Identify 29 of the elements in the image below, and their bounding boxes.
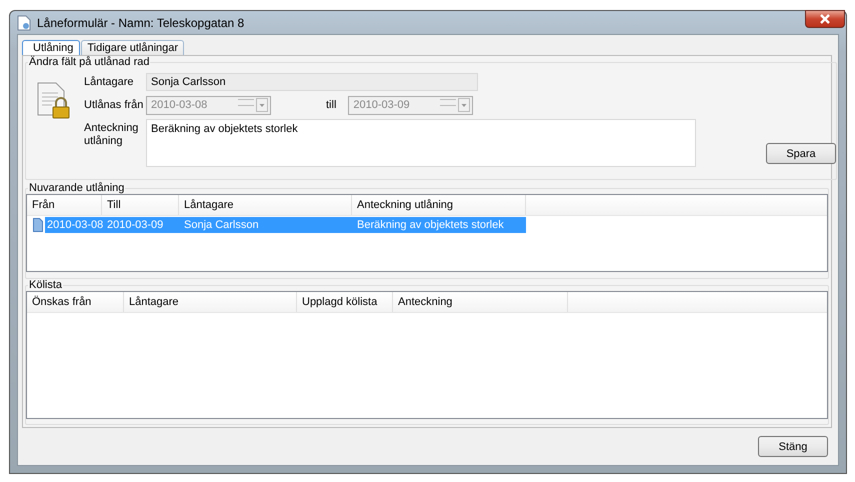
group-title: Nuvarande utlåning — [28, 182, 126, 194]
column-header[interactable]: Till — [102, 195, 179, 215]
close-button[interactable] — [805, 10, 845, 28]
caret-icon — [458, 98, 470, 112]
field-label: Låntagare — [84, 76, 135, 88]
document-icon — [17, 14, 31, 30]
group-title: Ändra fält på utlånad rad — [28, 56, 150, 68]
field-label: Anteckning utlåning — [84, 121, 140, 148]
locked-document-icon — [36, 81, 70, 119]
tab[interactable]: Tidigare utlåningar — [81, 40, 184, 55]
column-header[interactable]: Låntagare — [124, 292, 297, 312]
tab[interactable]: Utlåning — [22, 40, 80, 55]
window-title: Låneformulär - Namn: Teleskopgatan 8 — [37, 16, 244, 30]
field-label: Utlånas från — [84, 99, 144, 111]
close-icon — [819, 14, 831, 24]
caret-icon — [256, 98, 268, 112]
column-header[interactable]: Från — [27, 195, 102, 215]
group-title: Kölista — [28, 279, 64, 291]
column-header[interactable]: Låntagare — [179, 195, 352, 215]
save-button[interactable]: Spara — [766, 143, 836, 164]
borrower-field[interactable]: Sonja Carlsson — [146, 73, 478, 91]
close-dialog-button[interactable]: Stäng — [758, 436, 828, 457]
note-field[interactable]: Beräkning av objektets storlek — [146, 119, 696, 167]
column-header[interactable]: Anteckning utlåning — [352, 195, 526, 215]
document-icon — [33, 218, 43, 232]
column-header[interactable]: Upplagd kölista — [297, 292, 393, 312]
column-header[interactable]: Önskas från — [27, 292, 124, 312]
field-label: till — [326, 99, 336, 111]
column-header[interactable]: Anteckning — [393, 292, 568, 312]
